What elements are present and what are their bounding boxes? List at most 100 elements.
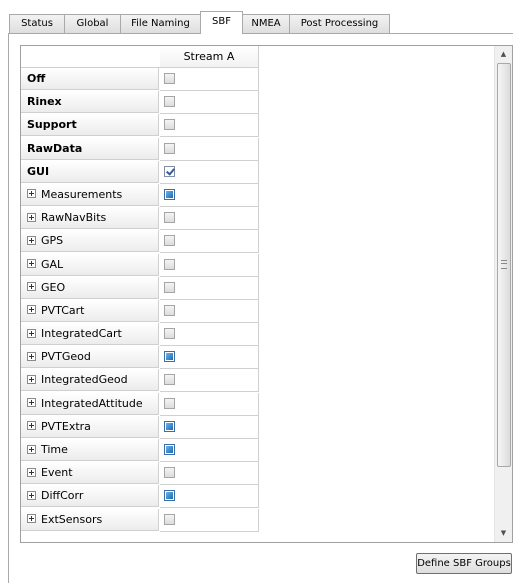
stream-a-checkbox[interactable] [164,212,175,224]
tab-file-naming[interactable]: File Naming [120,14,201,33]
table-row: GPS [21,230,259,254]
row-label: GAL [41,257,64,271]
table-row: IntegratedCart [21,323,259,347]
expand-plus-icon[interactable] [27,189,36,199]
stream-a-checkbox[interactable] [164,374,175,386]
stream-a-checkbox[interactable] [164,351,175,363]
tab-status[interactable]: Status [9,14,65,33]
stream-a-checkbox[interactable] [164,397,175,409]
stream-a-cell [160,68,259,91]
row-header[interactable]: Time [21,439,159,461]
stream-a-checkbox[interactable] [164,467,175,479]
expand-plus-icon[interactable] [27,398,36,408]
row-label: RawData [27,141,83,155]
table-row: GEO [21,276,259,300]
stream-a-cell [160,137,259,161]
row-header[interactable]: IntegratedAttitude [21,392,159,415]
row-header[interactable]: RawNavBits [21,207,159,230]
row-header[interactable]: IntegratedGeod [21,369,159,392]
stream-a-cell [160,346,259,370]
row-header[interactable]: GEO [21,276,159,299]
header-corner [21,46,161,68]
stream-a-checkbox[interactable] [164,328,175,340]
table-header: Stream A [21,46,494,68]
table-rows: Off Rinex Support RawData GUI Measurements Raw… [21,68,259,532]
stream-a-checkbox[interactable] [164,444,175,455]
row-header[interactable]: PVTExtra [21,415,159,438]
row-header[interactable]: DiffCorr [21,485,159,508]
expand-plus-icon[interactable] [27,259,36,268]
row-header[interactable]: PVTCart [21,299,159,322]
stream-a-checkbox[interactable] [164,142,175,154]
expand-plus-icon[interactable] [27,212,36,222]
expand-plus-icon[interactable] [27,514,36,524]
stream-a-checkbox[interactable] [164,188,175,200]
row-header[interactable]: IntegratedCart [21,323,159,346]
tab-global[interactable]: Global [64,14,121,33]
row-header[interactable]: GAL [21,253,159,276]
vertical-scrollbar[interactable]: ▲ ▼ [494,46,512,542]
define-sbf-groups-button[interactable]: Define SBF Groups [416,553,512,574]
scrollbar-thumb[interactable] [497,63,511,467]
grip-icon [501,260,507,269]
sbf-stream-table: Stream A Off Rinex Support RawData GUI Measur… [20,45,513,543]
stream-a-cell [160,114,259,138]
stream-a-checkbox[interactable] [164,165,175,177]
table-row: Measurements [21,183,259,207]
tab-label: Global [76,18,109,29]
table-row: Rinex [21,91,259,115]
tab-post-processing[interactable]: Post Processing [289,14,390,33]
stream-a-checkbox[interactable] [164,235,175,247]
row-header[interactable]: GPS [21,230,159,253]
row-header[interactable]: Event [21,462,159,485]
stream-a-cell [160,299,259,323]
row-label: GPS [41,234,64,248]
column-header-stream-a[interactable]: Stream A [160,46,259,68]
table-row: PVTGeod [21,346,259,370]
stream-a-checkbox[interactable] [164,119,175,131]
row-header[interactable]: Measurements [21,183,159,206]
row-header[interactable]: Support [21,114,159,137]
stream-a-checkbox[interactable] [164,281,175,293]
row-label: RawNavBits [41,211,107,225]
expand-plus-icon[interactable] [27,282,36,292]
scroll-down-arrow-icon[interactable]: ▼ [495,525,512,542]
expand-plus-icon[interactable] [27,328,36,338]
row-label: Event [41,466,73,480]
expand-plus-icon[interactable] [27,467,36,477]
expand-plus-icon[interactable] [27,490,36,500]
stream-a-cell [160,276,259,300]
row-label: GEO [41,280,66,294]
stream-a-checkbox[interactable] [164,304,175,316]
stream-a-checkbox[interactable] [164,420,175,432]
row-header[interactable]: Off [21,68,159,90]
row-header[interactable]: PVTGeod [21,346,159,369]
stream-a-checkbox[interactable] [164,258,175,270]
row-label: IntegratedAttitude [41,396,143,410]
row-label: Measurements [41,187,123,201]
expand-plus-icon[interactable] [27,421,36,431]
row-label: Time [41,443,68,456]
row-label: IntegratedGeod [41,373,128,387]
row-header[interactable]: RawData [21,137,159,160]
row-header[interactable]: ExtSensors [21,508,159,531]
tab-sbf[interactable]: SBF [200,11,243,34]
table-row: PVTExtra [21,415,259,439]
stream-a-checkbox[interactable] [164,513,175,525]
row-header[interactable]: GUI [21,160,159,183]
scroll-up-arrow-icon[interactable]: ▲ [495,46,512,63]
expand-plus-icon[interactable] [27,444,36,454]
expand-plus-icon[interactable] [27,305,36,315]
expand-plus-icon[interactable] [27,374,36,384]
expand-plus-icon[interactable] [27,235,36,245]
tab-label: Status [21,18,53,29]
tab-nmea[interactable]: NMEA [242,14,290,33]
expand-plus-icon[interactable] [27,351,36,361]
row-header[interactable]: Rinex [21,91,159,114]
stream-a-checkbox[interactable] [164,490,175,502]
stream-a-checkbox[interactable] [164,96,175,108]
tab-label: File Naming [131,18,190,29]
row-label: PVTCart [41,303,85,317]
table-row: IntegratedAttitude [21,392,259,416]
stream-a-checkbox[interactable] [164,73,175,84]
